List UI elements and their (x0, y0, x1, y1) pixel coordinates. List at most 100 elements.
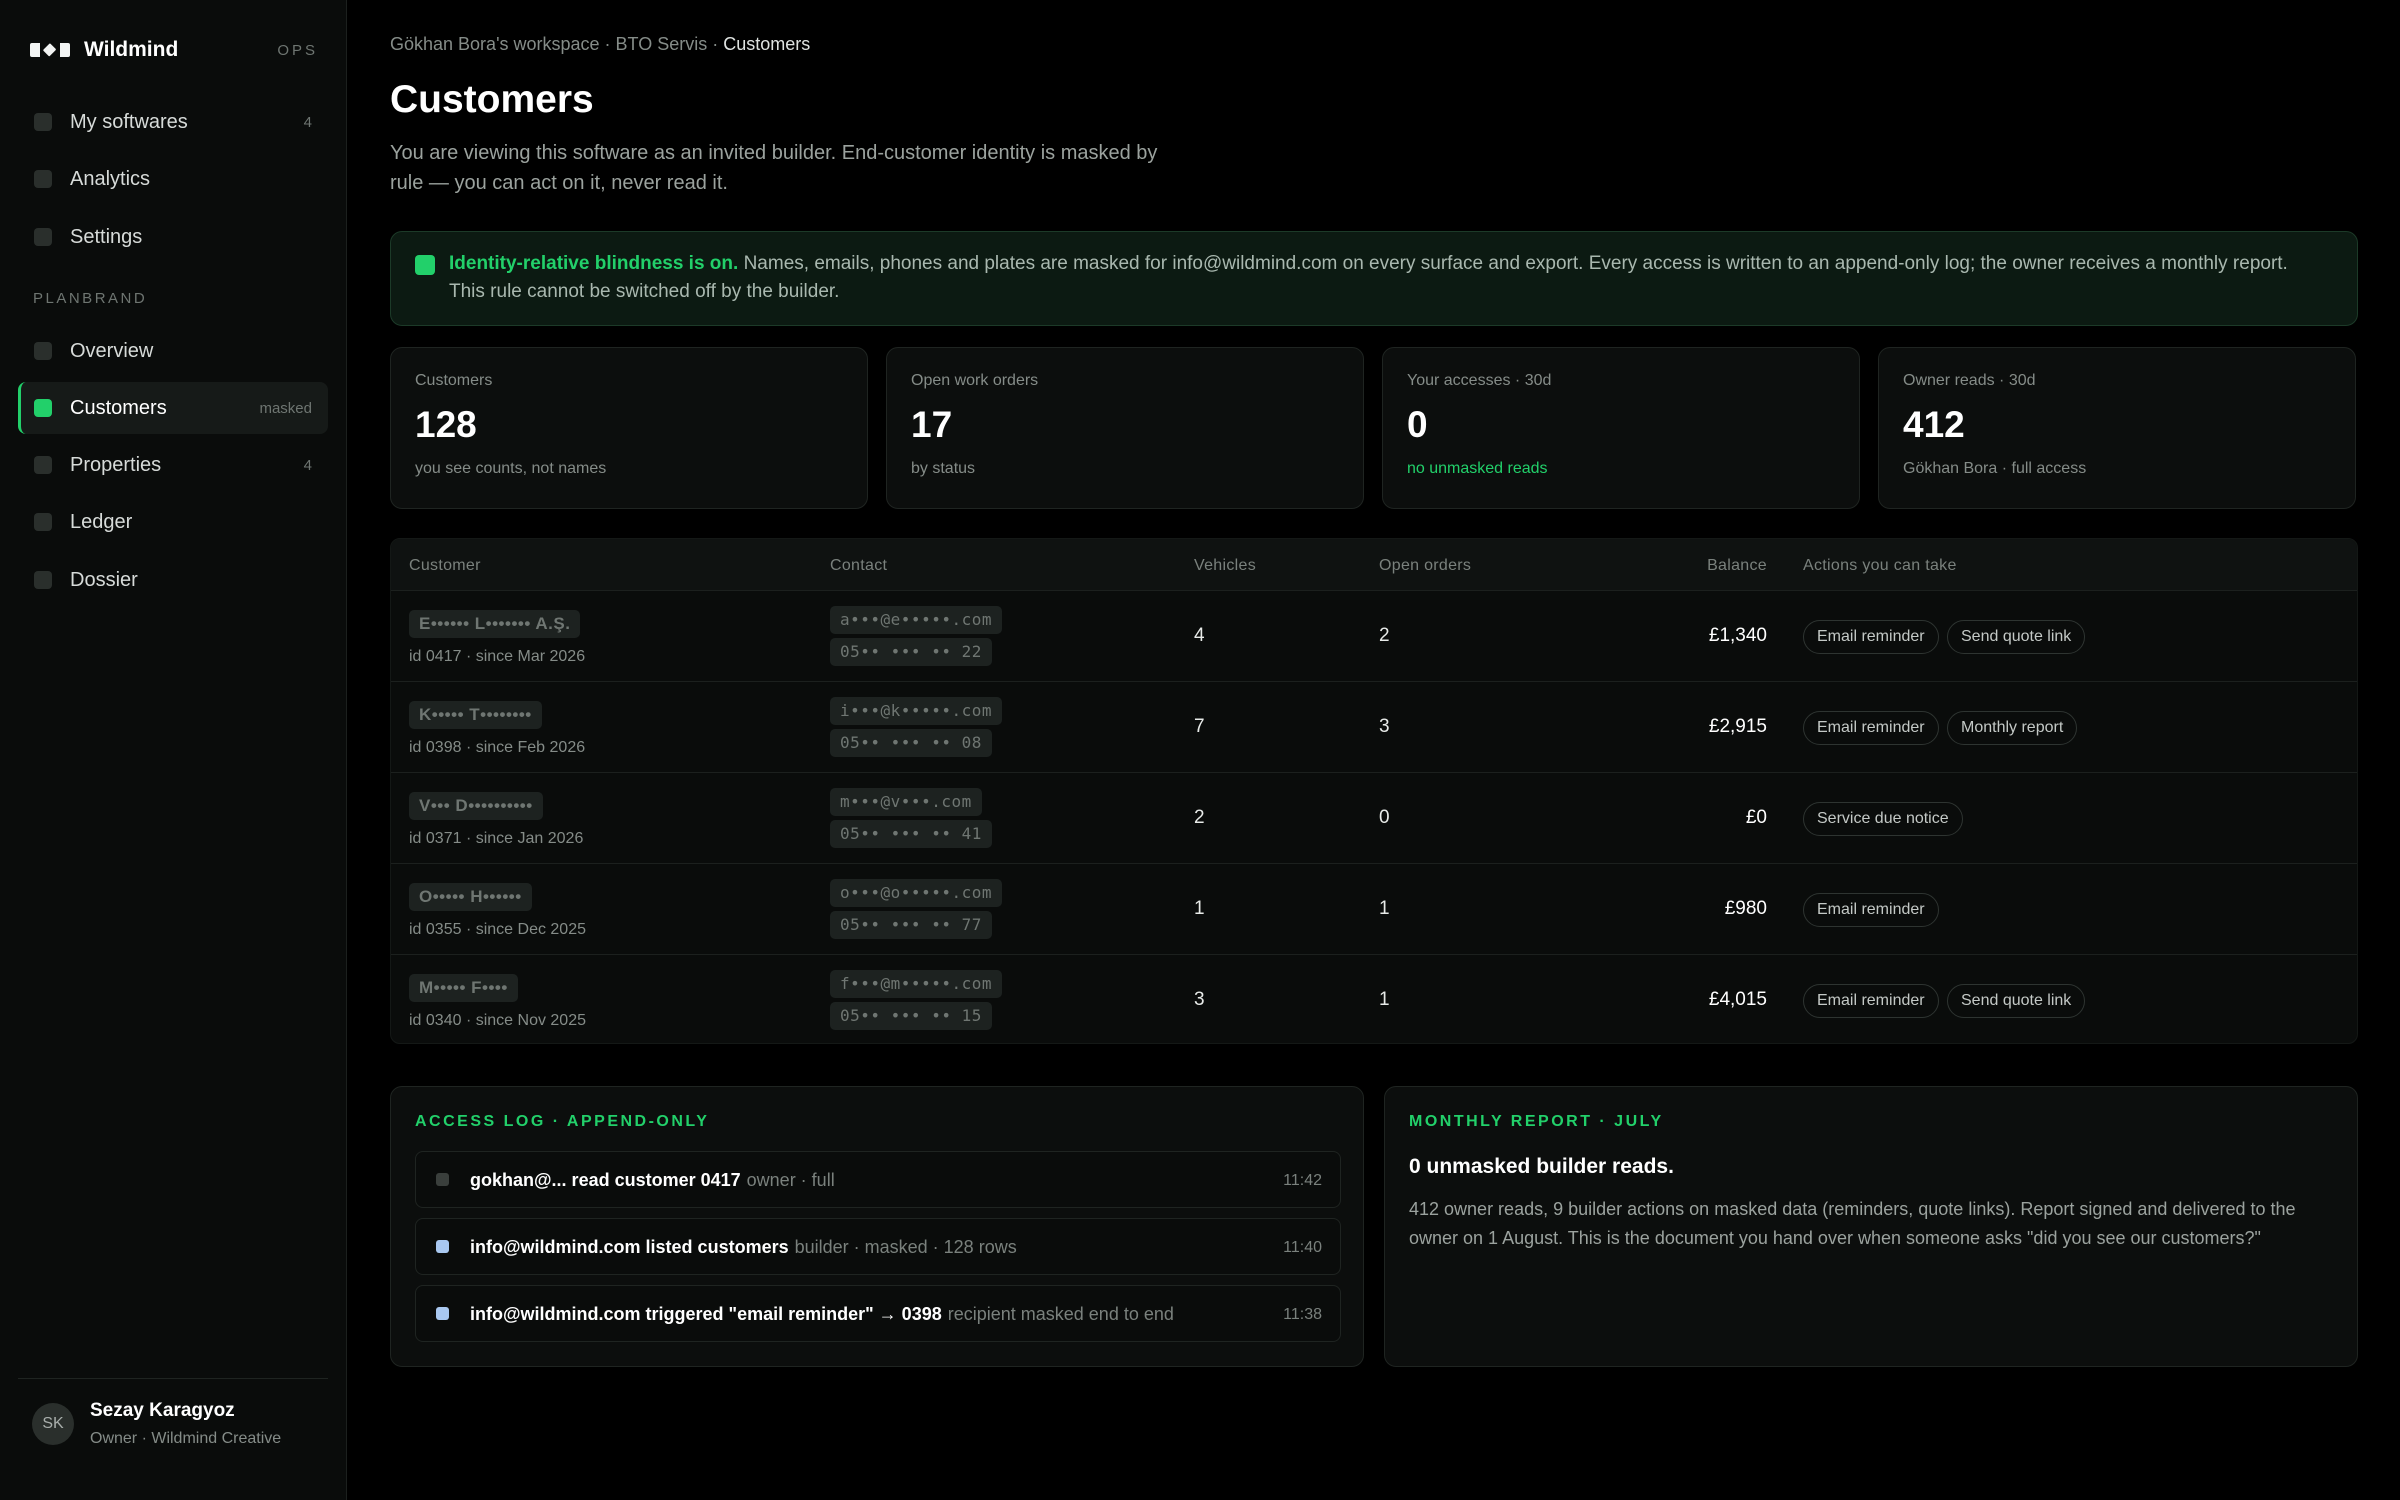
user-profile[interactable]: SK Sezay Karagyoz Owner · Wildmind Creat… (32, 1400, 281, 1448)
stat-card-customers: Customers 128 you see counts, not names (390, 347, 868, 509)
sidebar-item-label: Settings (70, 225, 143, 248)
log-entry[interactable]: info@wildmind.com triggered "email remin… (415, 1285, 1341, 1342)
send-quote-link-button[interactable]: Send quote link (1947, 620, 2086, 654)
stat-note: Gökhan Bora · full access (1903, 460, 2087, 477)
masked-phone: 05•• ••• •• 15 (830, 1002, 992, 1030)
sidebar-item-label: Properties (70, 453, 162, 476)
customer-meta: id 0371 · since Jan 2026 (409, 830, 584, 847)
log-entry-text: gokhan@... read customer 0417 (470, 1170, 741, 1190)
vehicles-count: 7 (1194, 716, 1205, 737)
table-row[interactable]: O••••• H•••••• id 0355 · since Dec 2025 … (391, 864, 2357, 955)
log-entry[interactable]: gokhan@... read customer 0417 owner · ful… (415, 1151, 1341, 1208)
stat-note: you see counts, not names (415, 460, 607, 477)
stat-value: 412 (1903, 404, 1965, 445)
page-title: Customers (390, 78, 594, 121)
table-row[interactable]: E•••••• L••••••• A.Ş. id 0417 · since Ma… (391, 591, 2357, 682)
sidebar-item-label: Dossier (70, 568, 138, 591)
table-row[interactable]: V••• D•••••••••• id 0371 · since Jan 202… (391, 773, 2357, 864)
brand[interactable]: Wildmind OPS (30, 36, 318, 64)
sidebar-item-count: 4 (303, 113, 312, 131)
masked-email: a•••@e•••••.com (830, 606, 1002, 634)
vehicles-count: 1 (1194, 898, 1205, 919)
blindness-banner: Identity-relative blindness is on. Names… (390, 231, 2358, 326)
open-orders-count: 1 (1379, 989, 1390, 1010)
email-reminder-button[interactable]: Email reminder (1803, 893, 1939, 927)
email-reminder-button[interactable]: Email reminder (1803, 984, 1939, 1018)
email-reminder-button[interactable]: Email reminder (1803, 711, 1939, 745)
panel-title: MONTHLY REPORT · JULY (1409, 1113, 1664, 1130)
open-orders-count: 2 (1379, 625, 1390, 646)
stat-value: 17 (911, 404, 953, 445)
service-due-notice-button[interactable]: Service due notice (1803, 802, 1963, 836)
column-header-customer[interactable]: Customer (409, 557, 481, 575)
sidebar: Wildmind OPS My softwares 4 Analytics Se… (0, 0, 347, 1500)
vehicles-count: 4 (1194, 625, 1205, 646)
stat-value: 0 (1407, 404, 1428, 445)
log-dot-icon (436, 1173, 449, 1186)
sidebar-item-label: My softwares (70, 110, 188, 133)
report-body: 412 owner reads, 9 builder actions on ma… (1409, 1199, 2296, 1248)
breadcrumb-path[interactable]: Gökhan Bora's workspace · BTO Servis · (390, 34, 723, 54)
panel-title: ACCESS LOG · APPEND-ONLY (415, 1113, 710, 1130)
customer-meta: id 0417 · since Mar 2026 (409, 648, 586, 665)
sidebar-item-customers[interactable]: Customers masked (18, 382, 328, 434)
log-entry-detail: builder · masked · 128 rows (794, 1237, 1017, 1257)
sidebar-item-label: Analytics (70, 167, 151, 190)
table-row[interactable]: K••••• T•••••••• id 0398 · since Feb 202… (391, 682, 2357, 773)
masked-phone: 05•• ••• •• 41 (830, 820, 992, 848)
customer-meta: id 0355 · since Dec 2025 (409, 921, 586, 938)
sidebar-item-my-softwares[interactable]: My softwares 4 (18, 96, 328, 148)
log-entry-text: info@wildmind.com triggered "email remin… (470, 1304, 942, 1324)
log-entry[interactable]: info@wildmind.com listed customers builde… (415, 1218, 1341, 1275)
square-icon (34, 399, 52, 417)
sidebar-item-overview[interactable]: Overview (18, 325, 328, 377)
sidebar-item-analytics[interactable]: Analytics (18, 153, 328, 205)
masked-phone: 05•• ••• •• 08 (830, 729, 992, 757)
email-reminder-button[interactable]: Email reminder (1803, 620, 1939, 654)
stat-card-open-work-orders: Open work orders 17 by status (886, 347, 1364, 509)
sidebar-item-dossier[interactable]: Dossier (18, 554, 328, 606)
report-headline: 0 unmasked builder reads. (1409, 1155, 1674, 1178)
stat-label: Your accesses · 30d (1407, 372, 1552, 389)
column-header-balance[interactable]: Balance (1707, 557, 1767, 575)
avatar: SK (32, 1403, 74, 1445)
balance: £4,015 (1708, 989, 1767, 1010)
customer-meta: id 0340 · since Nov 2025 (409, 1012, 586, 1029)
balance: £2,915 (1708, 716, 1767, 737)
sidebar-section-label: PLANBRAND (33, 290, 148, 307)
column-header-vehicles[interactable]: Vehicles (1194, 557, 1256, 575)
sidebar-item-ledger[interactable]: Ledger (18, 496, 328, 548)
column-header-open-orders[interactable]: Open orders (1379, 557, 1471, 575)
sidebar-item-label: Overview (70, 339, 154, 362)
customers-table: Customer Contact Vehicles Open orders Ba… (390, 538, 2358, 1044)
square-icon (34, 228, 52, 246)
stat-note: by status (911, 460, 976, 477)
sidebar-item-badge: masked (259, 399, 312, 417)
square-icon (34, 571, 52, 589)
sidebar-item-properties[interactable]: Properties 4 (18, 439, 328, 491)
masked-email: f•••@m•••••.com (830, 970, 1002, 998)
monthly-report-button[interactable]: Monthly report (1947, 711, 2078, 745)
masked-phone: 05•• ••• •• 77 (830, 911, 992, 939)
column-header-contact[interactable]: Contact (830, 557, 887, 575)
brand-name: Wildmind (84, 38, 179, 61)
masked-customer-name: E•••••• L••••••• A.Ş. (409, 610, 581, 638)
sidebar-item-settings[interactable]: Settings (18, 211, 328, 263)
square-icon (34, 513, 52, 531)
table-row[interactable]: M••••• F•••• id 0340 · since Nov 2025 f•… (391, 955, 2357, 1043)
wildmind-logo-icon (30, 43, 70, 57)
masked-email: m•••@v•••.com (830, 788, 982, 816)
send-quote-link-button[interactable]: Send quote link (1947, 984, 2086, 1018)
stat-label: Open work orders (911, 372, 1039, 389)
user-name: Sezay Karagyoz (90, 1400, 235, 1421)
breadcrumb-current: Customers (723, 34, 811, 54)
sidebar-item-count: 4 (303, 456, 312, 474)
masked-customer-name: O••••• H•••••• (409, 883, 532, 911)
customer-meta: id 0398 · since Feb 2026 (409, 739, 586, 756)
brand-tag: OPS (277, 41, 318, 59)
log-dot-icon (436, 1307, 449, 1320)
masked-customer-name: K••••• T•••••••• (409, 701, 542, 729)
banner-highlight: Identity-relative blindness is on. (449, 253, 739, 274)
log-entry-detail: owner · full (746, 1170, 835, 1190)
masked-email: i•••@k•••••.com (830, 697, 1002, 725)
